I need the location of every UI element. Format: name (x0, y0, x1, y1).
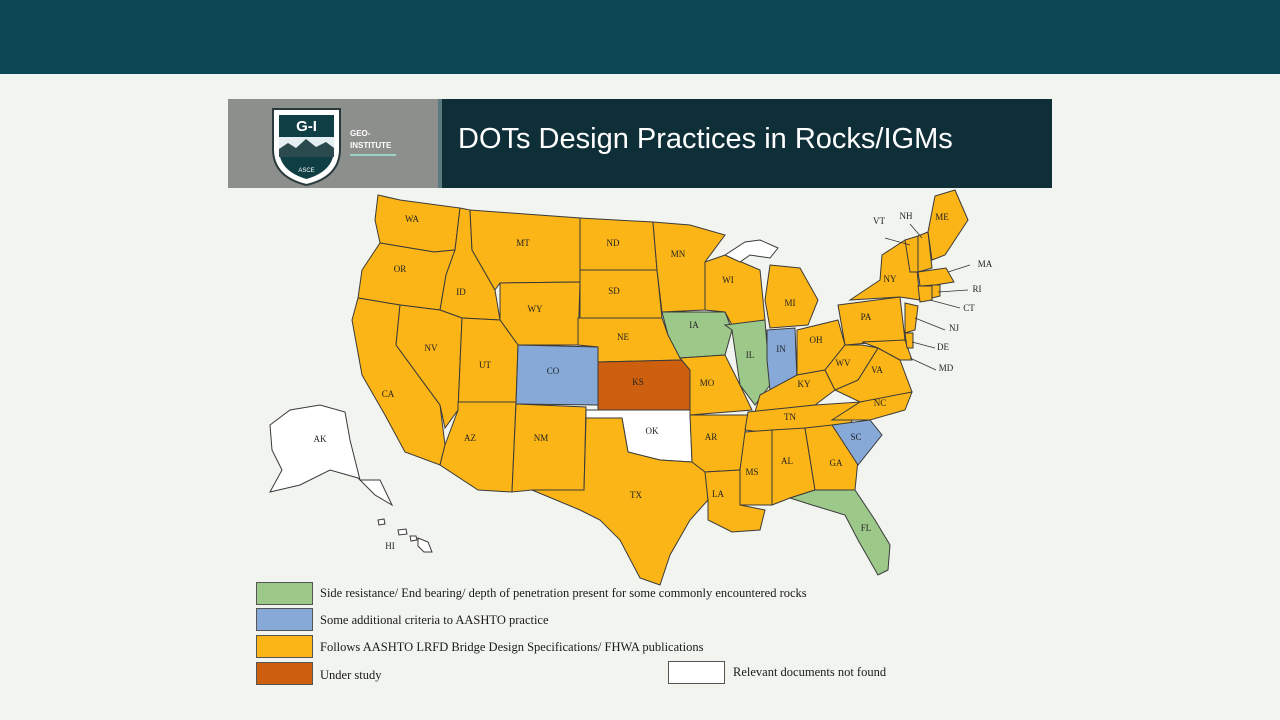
state-label-wi: WI (722, 275, 734, 285)
state-label-fl: FL (861, 523, 872, 533)
state-label-md: MD (939, 363, 954, 373)
state-label-wa: WA (405, 214, 419, 224)
state-label-vt: VT (873, 216, 885, 226)
state-label-mi: MI (785, 298, 796, 308)
state-label-nh: NH (900, 211, 913, 221)
state-label-ky: KY (798, 379, 811, 389)
state-ct (917, 285, 933, 303)
state-label-ar: AR (705, 432, 718, 442)
state-mi (764, 264, 819, 329)
legend-swatch-white (668, 661, 725, 684)
state-label-tn: TN (784, 412, 796, 422)
lake-superior (723, 239, 779, 263)
state-me (927, 189, 969, 261)
state-label-pa: PA (861, 312, 872, 322)
state-label-ia: IA (689, 320, 699, 330)
state-label-nj: NJ (949, 323, 959, 333)
state-label-ga: GA (830, 458, 843, 468)
state-label-wv: WV (836, 358, 851, 368)
legend-label-green: Side resistance/ End bearing/ depth of p… (320, 586, 807, 600)
state-label-me: ME (935, 212, 949, 222)
state-label-or: OR (394, 264, 407, 274)
state-label-ne: NE (617, 332, 629, 342)
state-label-tx: TX (630, 490, 642, 500)
state-label-ms: MS (745, 467, 758, 477)
state-label-nv: NV (425, 343, 438, 353)
us-map: WA OR CA ID NV MT WY UT CO AZ NM ND SD NE KS OK TX MN IA MO… (269, 189, 993, 586)
state-label-ok: OK (646, 426, 659, 436)
state-label-co: CO (547, 366, 560, 376)
state-label-az: AZ (464, 433, 476, 443)
state-label-va: VA (871, 365, 883, 375)
state-label-ri: RI (973, 284, 982, 294)
state-de (904, 332, 914, 349)
state-ri (931, 284, 941, 299)
legend-swatch-orange (256, 635, 313, 658)
state-nm (511, 403, 587, 493)
state-label-oh: OH (810, 335, 823, 345)
legend-label-blue: Some additional criteria to AASHTO pract… (320, 613, 549, 627)
state-label-ct: CT (963, 303, 975, 313)
legend-label-brown: Under study (320, 668, 382, 682)
state-label-mo: MO (700, 378, 715, 388)
state-label-ma: MA (978, 259, 993, 269)
state-ar (689, 414, 749, 473)
state-label-in: IN (776, 344, 786, 354)
state-pa (837, 296, 906, 346)
state-label-al: AL (781, 456, 793, 466)
state-label-ks: KS (632, 377, 644, 387)
state-label-nc: NC (874, 398, 887, 408)
state-label-de: DE (937, 342, 949, 352)
state-ak (269, 404, 394, 507)
state-label-ak: AK (314, 434, 327, 444)
state-sd (579, 269, 663, 319)
legend-label-white: Relevant documents not found (733, 665, 887, 679)
state-label-nd: ND (607, 238, 620, 248)
state-label-id: ID (456, 287, 466, 297)
legend-swatch-blue (256, 608, 313, 631)
state-label-ut: UT (479, 360, 491, 370)
state-ks (597, 359, 691, 411)
state-label-nm: NM (534, 433, 549, 443)
state-label-la: LA (712, 489, 724, 499)
legend-swatch-green (256, 582, 313, 605)
state-label-hi: HI (385, 541, 395, 551)
legend-label-orange: Follows AASHTO LRFD Bridge Design Specif… (320, 640, 704, 654)
state-label-mt: MT (516, 238, 530, 248)
state-label-sd: SD (608, 286, 620, 296)
state-label-ny: NY (884, 274, 897, 284)
state-label-mn: MN (671, 249, 686, 259)
state-label-sc: SC (850, 432, 861, 442)
legend-swatch-brown (256, 662, 313, 685)
state-label-ca: CA (382, 389, 395, 399)
state-label-wy: WY (528, 304, 543, 314)
state-label-il: IL (746, 350, 755, 360)
state-fl (788, 489, 891, 576)
